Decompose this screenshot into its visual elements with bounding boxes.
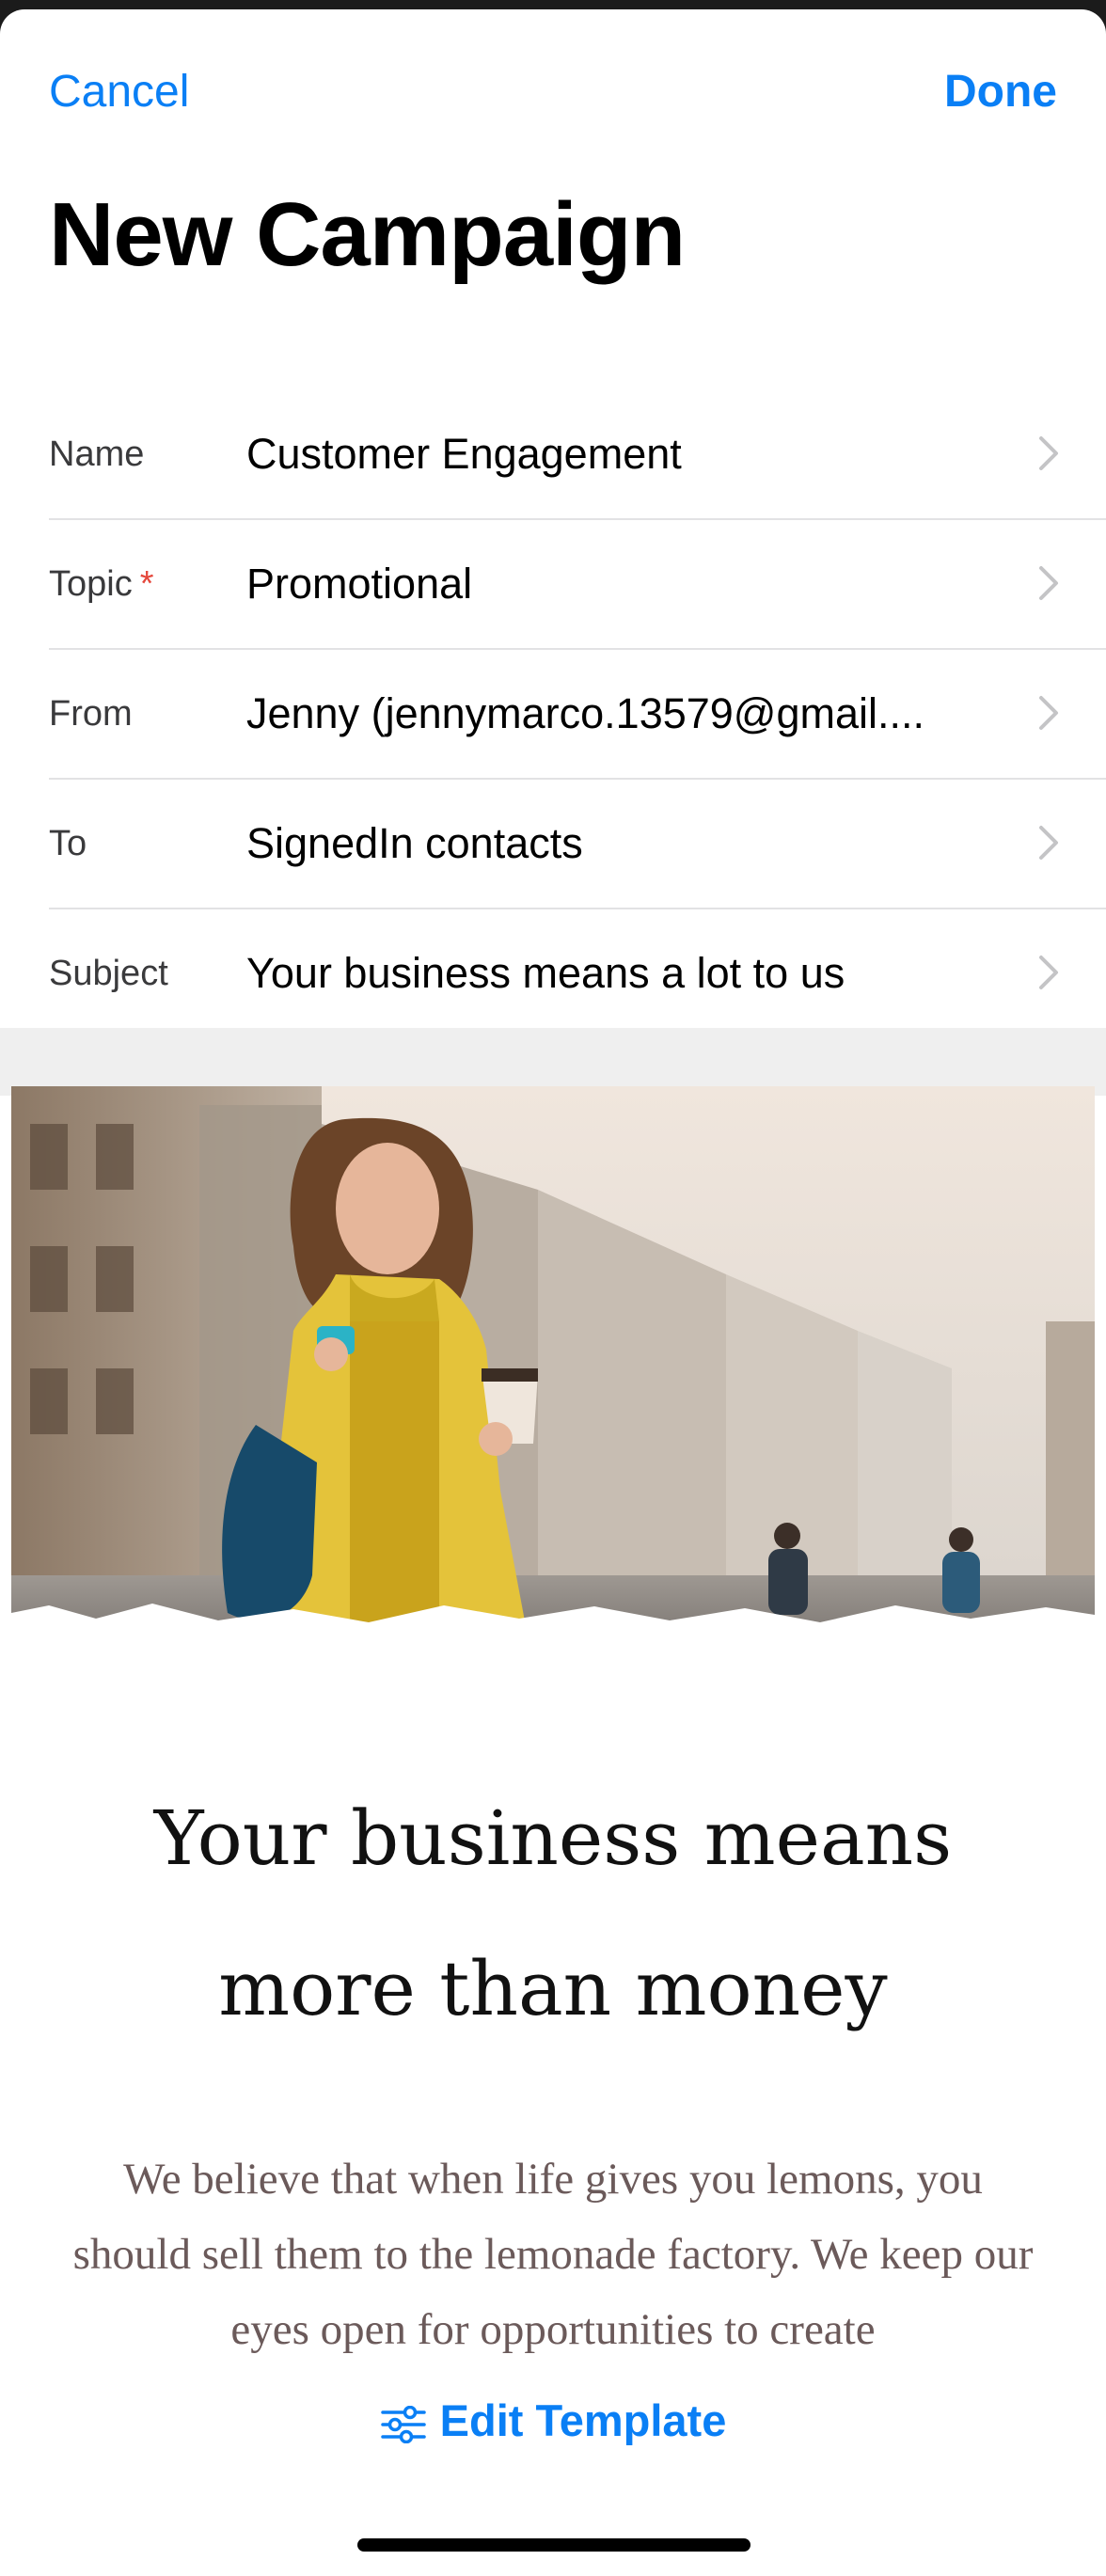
cancel-button[interactable]: Cancel: [49, 66, 189, 118]
name-label: Name: [49, 434, 145, 474]
subject-row[interactable]: Subject Your business means a lot to us: [49, 909, 1106, 1037]
from-label: From: [49, 693, 133, 734]
chevron-right-icon: [1039, 566, 1058, 600]
name-row[interactable]: Name Customer Engagement: [49, 390, 1106, 520]
name-value: Customer Engagement: [246, 430, 682, 478]
from-value: Jenny (jennymarco.13579@gmail....: [246, 689, 925, 737]
home-indicator: [357, 2538, 750, 2552]
to-row[interactable]: To SignedIn contacts: [49, 780, 1106, 909]
done-button[interactable]: Done: [944, 66, 1057, 118]
subject-label: Subject: [49, 953, 168, 993]
hero-image: [11, 1086, 1095, 1669]
chevron-right-icon: [1039, 696, 1058, 730]
to-label: To: [49, 823, 87, 863]
bottom-toolbar: Edit Template: [0, 2356, 1106, 2576]
chevron-right-icon: [1039, 956, 1058, 989]
sliders-icon: [380, 2405, 426, 2444]
headline-line-1: Your business means: [153, 1794, 953, 1882]
template-preview[interactable]: Your business means more than money We b…: [11, 1086, 1095, 2422]
subject-value: Your business means a lot to us: [246, 949, 845, 997]
campaign-form: Name Customer Engagement Topic * Promotio…: [0, 390, 1106, 1037]
edit-template-button[interactable]: Edit Template: [0, 2394, 1106, 2447]
new-campaign-sheet: Cancel Done New Campaign Name Customer E…: [0, 9, 1106, 2576]
chevron-right-icon: [1039, 826, 1058, 860]
preview-headline: Your business means more than money: [11, 1763, 1095, 2064]
required-marker: *: [139, 563, 154, 604]
headline-line-2: more than money: [218, 1945, 888, 2032]
to-value: SignedIn contacts: [246, 819, 583, 867]
topic-label: Topic: [49, 563, 133, 604]
navigation-bar: Cancel Done: [0, 9, 1106, 188]
page-title: New Campaign: [49, 184, 686, 285]
preview-body: We believe that when life gives you lemo…: [72, 2155, 1034, 2354]
topic-row[interactable]: Topic * Promotional: [49, 520, 1106, 650]
edit-template-label: Edit Template: [439, 2395, 727, 2445]
topic-value: Promotional: [246, 560, 473, 608]
from-row[interactable]: From Jenny (jennymarco.13579@gmail....: [49, 650, 1106, 780]
chevron-right-icon: [1039, 436, 1058, 470]
